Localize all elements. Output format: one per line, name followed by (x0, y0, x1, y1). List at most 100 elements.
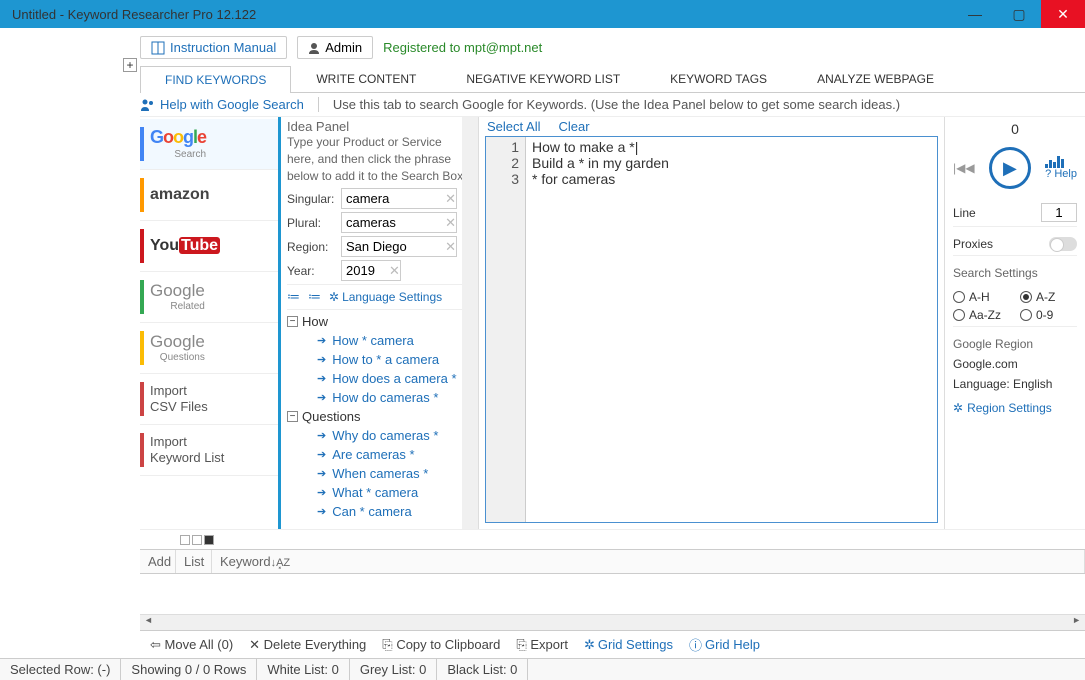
rewind-icon[interactable]: |◀◀ (953, 161, 975, 175)
export-button[interactable]: ⎘ Export (516, 637, 568, 653)
scrollbar[interactable] (462, 117, 478, 529)
tree-group-how[interactable]: −How (287, 312, 472, 331)
delete-everything-button[interactable]: ✕ Delete Everything (249, 637, 366, 653)
source-youtube[interactable]: YouTube (140, 221, 278, 272)
clear-icon[interactable]: ✕ (445, 215, 456, 231)
google-region-title: Google Region (953, 337, 1077, 351)
radio-0-9[interactable]: 0-9 (1020, 308, 1077, 322)
region-language: Language: English (953, 377, 1077, 391)
col-add[interactable]: Add (140, 550, 176, 573)
proxies-toggle[interactable] (1049, 237, 1077, 251)
info-icon: ⓘ (689, 635, 702, 654)
tab-negative-keyword-list[interactable]: NEGATIVE KEYWORD LIST (441, 65, 645, 92)
region-settings-link[interactable]: ✲ Region Settings (953, 401, 1077, 415)
tree-item[interactable]: ➔How to * a camera (287, 350, 472, 369)
tree-item[interactable]: ➔How * camera (287, 331, 472, 350)
tree-item[interactable]: ➔What * camera (287, 483, 472, 502)
gear-icon: ✲ (329, 290, 339, 304)
people-icon (140, 98, 156, 112)
region-label: Region: (287, 240, 337, 254)
line-input[interactable] (1041, 203, 1077, 222)
select-all-link[interactable]: Select All (487, 119, 540, 134)
source-import-keyword-list[interactable]: ImportKeyword List (140, 425, 278, 476)
copy-clipboard-button[interactable]: ⎘ Copy to Clipboard (382, 637, 500, 653)
grid-header: Add List Keyword↓A͓Z (140, 549, 1085, 574)
status-white-list: White List: 0 (257, 659, 350, 680)
gear-icon: ✲ (953, 401, 963, 415)
instruction-manual-button[interactable]: Instruction Manual (140, 36, 287, 59)
admin-button[interactable]: Admin (297, 36, 373, 59)
idea-tree: −How➔How * camera➔How to * a camera➔How … (287, 310, 472, 529)
line-label: Line (953, 206, 976, 220)
region-input[interactable] (341, 236, 457, 257)
tree-item[interactable]: ➔How do cameras * (287, 388, 472, 407)
source-amazon[interactable]: amazon (140, 170, 278, 221)
close-button[interactable]: ✕ (1041, 0, 1085, 28)
radio-a-h[interactable]: A-H (953, 290, 1010, 304)
sort-icon[interactable]: ↓A͓Z (271, 557, 311, 569)
book-icon (151, 41, 165, 55)
play-help-link[interactable]: ? Help (1045, 168, 1077, 180)
source-google-search[interactable]: GoogleSearch (140, 119, 278, 170)
expand-sidebar-icon[interactable]: + (123, 58, 137, 72)
maximize-button[interactable]: ▢ (997, 0, 1041, 28)
col-list[interactable]: List (176, 550, 212, 573)
help-text: Help with Google Search (160, 97, 304, 112)
idea-panel: Idea Panel Type your Product or Service … (278, 117, 478, 529)
tree-item[interactable]: ➔Why do cameras * (287, 426, 472, 445)
col-keyword[interactable]: Keyword↓A͓Z (212, 550, 1085, 573)
filter-box[interactable] (204, 535, 214, 545)
radio-aa-zz[interactable]: Aa-Zz (953, 308, 1010, 322)
help-link[interactable]: Help with Google Search (140, 97, 304, 112)
idea-panel-title: Idea Panel (287, 119, 472, 134)
tab-keyword-tags[interactable]: KEYWORD TAGS (645, 65, 792, 92)
source-google-questions[interactable]: GoogleQuestions (140, 323, 278, 374)
search-editor[interactable]: 123 How to make a *| Build a * in my gar… (485, 136, 938, 523)
play-button[interactable]: ▶ (989, 147, 1031, 189)
grid-help-link[interactable]: ⓘ Grid Help (689, 635, 760, 654)
grid-settings-link[interactable]: ✲ Grid Settings (584, 637, 673, 653)
clear-link[interactable]: Clear (558, 119, 589, 134)
status-grey-list: Grey List: 0 (350, 659, 437, 680)
filter-box[interactable] (180, 535, 190, 545)
tree-item[interactable]: ➔When cameras * (287, 464, 472, 483)
list-icon[interactable]: ≔ (308, 289, 321, 305)
move-all-button[interactable]: ⇦ Move All (0) (150, 637, 233, 653)
region-settings-label: Region Settings (967, 401, 1052, 415)
user-icon (308, 42, 320, 54)
result-count: 0 (953, 121, 1077, 137)
main-tabs: FIND KEYWORDSWRITE CONTENTNEGATIVE KEYWO… (140, 65, 1085, 93)
tree-group-questions[interactable]: −Questions (287, 407, 472, 426)
filter-box[interactable] (192, 535, 202, 545)
minimize-button[interactable]: — (953, 0, 997, 28)
tree-item[interactable]: ➔How does a camera * (287, 369, 472, 388)
tab-find-keywords[interactable]: FIND KEYWORDS (140, 66, 291, 93)
singular-label: Singular: (287, 192, 337, 206)
plural-label: Plural: (287, 216, 337, 230)
lang-settings-label: Language Settings (342, 290, 442, 304)
status-black-list: Black List: 0 (437, 659, 528, 680)
tab-write-content[interactable]: WRITE CONTENT (291, 65, 441, 92)
list-icon[interactable]: ≔ (287, 289, 300, 305)
source-import-csv-files[interactable]: ImportCSV Files (140, 374, 278, 425)
status-bar: Selected Row: (-) Showing 0 / 0 Rows Whi… (0, 658, 1085, 680)
tab-analyze-webpage[interactable]: ANALYZE WEBPAGE (792, 65, 959, 92)
clear-icon[interactable]: ✕ (389, 263, 400, 279)
radio-a-z[interactable]: A-Z (1020, 290, 1077, 304)
plural-input[interactable] (341, 212, 457, 233)
gear-icon: ✲ (584, 637, 595, 653)
status-showing: Showing 0 / 0 Rows (121, 659, 257, 680)
horizontal-scrollbar[interactable] (140, 614, 1085, 630)
clear-icon[interactable]: ✕ (445, 191, 456, 207)
grid-toolbar: ⇦ Move All (0) ✕ Delete Everything ⎘ Cop… (140, 630, 1085, 658)
source-sidebar: GoogleSearchamazonYouTubeGoogleRelatedGo… (140, 117, 278, 529)
source-google-related[interactable]: GoogleRelated (140, 272, 278, 323)
year-label: Year: (287, 264, 337, 278)
idea-panel-desc: Type your Product or Service here, and t… (287, 134, 472, 184)
language-settings-link[interactable]: ✲ Language Settings (329, 290, 442, 304)
singular-input[interactable] (341, 188, 457, 209)
tree-item[interactable]: ➔Can * camera (287, 502, 472, 521)
clear-icon[interactable]: ✕ (445, 239, 456, 255)
registration-status: Registered to mpt@mpt.net (383, 40, 542, 55)
tree-item[interactable]: ➔Are cameras * (287, 445, 472, 464)
